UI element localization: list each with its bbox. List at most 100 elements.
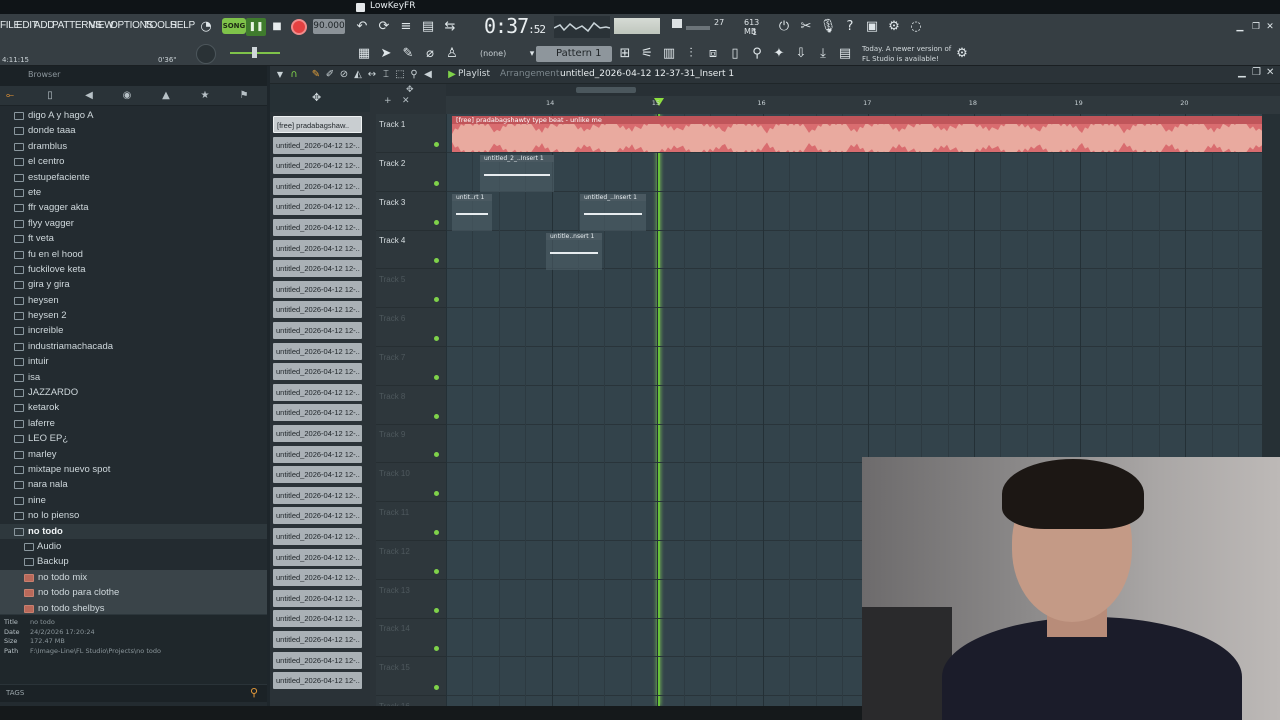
- track-header[interactable]: Track 4: [376, 230, 446, 270]
- select-tool-icon[interactable]: ⬚: [394, 68, 406, 81]
- plug-icon[interactable]: ⚲: [747, 44, 767, 64]
- song-time-display[interactable]: 0:37:52: [484, 14, 550, 40]
- pattern-item[interactable]: [free] pradabagshaw..: [273, 116, 362, 133]
- pattern-item[interactable]: untitled_2026-04-12 12-..: [273, 239, 362, 257]
- browser-folder-item[interactable]: ffr vagger akta: [0, 200, 267, 215]
- browser-file-icon[interactable]: ▯: [40, 89, 60, 103]
- browser-folder-item[interactable]: nara nala: [0, 477, 267, 492]
- pattern-selector[interactable]: Pattern 1: [536, 46, 612, 62]
- add-track-icon[interactable]: +: [384, 96, 392, 106]
- pattern-item[interactable]: untitled_2026-04-12 12-..: [273, 198, 362, 216]
- track-header[interactable]: Track 2: [376, 153, 446, 192]
- track-mute-led[interactable]: [434, 607, 439, 613]
- mute-tool-icon[interactable]: ◭: [352, 68, 364, 81]
- channel-rack-icon[interactable]: ⊞: [615, 44, 635, 64]
- info-icon[interactable]: ⚙: [952, 44, 972, 64]
- browser-folder-item[interactable]: fu en el hood: [0, 247, 267, 262]
- piano-roll-icon[interactable]: ▦: [354, 44, 374, 64]
- browser-folder-item[interactable]: JAZZARDO: [0, 385, 267, 400]
- pattern-item[interactable]: untitled_2026-04-12 12-..: [273, 363, 362, 381]
- pattern-item[interactable]: untitled_2026-04-12 12-..: [273, 280, 362, 298]
- browser-folder-item[interactable]: no lo pienso: [0, 508, 267, 523]
- track-header[interactable]: Track 5: [376, 269, 446, 309]
- track-header[interactable]: Track 1: [376, 114, 446, 153]
- browser-star-icon[interactable]: ★: [195, 89, 215, 103]
- track-lane[interactable]: [446, 347, 1262, 386]
- playlist-play-icon[interactable]: ▶: [446, 68, 458, 81]
- stamp-icon[interactable]: ♙: [442, 44, 462, 64]
- track-header[interactable]: Track 15: [376, 657, 446, 697]
- pattern-item[interactable]: untitled_2026-04-12 12-..: [273, 548, 362, 566]
- browser-plugin-icon[interactable]: ◉: [117, 89, 137, 103]
- browser-folder-item[interactable]: nine: [0, 493, 267, 508]
- close-track-icon[interactable]: ✕: [402, 96, 410, 106]
- browser-folder-item[interactable]: Audio: [0, 539, 267, 554]
- track-header[interactable]: Track 7: [376, 347, 446, 386]
- mic-icon[interactable]: 🎙: [818, 17, 838, 37]
- automation-clip[interactable]: untitled_2_..Insert 1: [480, 155, 554, 192]
- browser-folder-item[interactable]: increible: [0, 323, 267, 338]
- track-lane[interactable]: [446, 269, 1262, 309]
- plugin-icon[interactable]: ⚙: [884, 17, 904, 37]
- automation-clip[interactable]: untitled_..Insert 1: [580, 194, 646, 231]
- track-lane[interactable]: [446, 192, 1262, 231]
- slice-tool-icon[interactable]: ⌶: [380, 68, 392, 81]
- browser-folder-item[interactable]: ete: [0, 185, 267, 200]
- pattern-item[interactable]: untitled_2026-04-12 12-..: [273, 631, 362, 648]
- pattern-item[interactable]: untitled_2026-04-12 12-..: [273, 672, 362, 690]
- metronome-icon[interactable]: ◔: [196, 17, 216, 37]
- track-mute-led[interactable]: [434, 258, 439, 264]
- track-mute-led[interactable]: [434, 180, 439, 186]
- pattern-item[interactable]: untitled_2026-04-12 12-..: [273, 383, 362, 401]
- pattern-item[interactable]: untitled_2026-04-12 12-..: [273, 301, 362, 319]
- link-icon[interactable]: ⌀: [420, 44, 440, 64]
- track-header[interactable]: Track 12: [376, 541, 446, 580]
- pattern-item[interactable]: untitled_2026-04-12 12-..: [273, 569, 362, 587]
- track-mute-led[interactable]: [434, 219, 439, 225]
- pattern-item[interactable]: untitled_2026-04-12 12-..: [273, 589, 362, 607]
- playlist-project-name[interactable]: untitled_2026-04-12 12-37-31_Insert 1: [560, 69, 734, 79]
- browser-folder-item[interactable]: intuir: [0, 354, 267, 369]
- cut-icon[interactable]: ✂: [796, 17, 816, 37]
- routing-icon[interactable]: ⧈: [703, 44, 723, 64]
- playlist-minimize-icon[interactable]: ▁: [1238, 67, 1246, 78]
- browser-folder-item[interactable]: no todo: [0, 523, 267, 539]
- typing-keyboard-icon[interactable]: ▤: [418, 17, 438, 37]
- browser-file-item[interactable]: no todo para clothe: [0, 585, 267, 601]
- track-header[interactable]: Track 3: [376, 192, 446, 231]
- export-icon[interactable]: ⇩: [791, 44, 811, 64]
- browser-folder-item[interactable]: gira y gira: [0, 277, 267, 292]
- stop-button[interactable]: ■: [268, 18, 286, 36]
- pattern-item[interactable]: untitled_2026-04-12 12-..: [273, 404, 362, 422]
- menu-help[interactable]: HELP: [170, 20, 195, 31]
- track-mute-led[interactable]: [434, 568, 439, 574]
- pattern-item[interactable]: untitled_2026-04-12 12-..: [273, 260, 362, 278]
- track-mute-led[interactable]: [434, 297, 439, 303]
- track-header[interactable]: Track 14: [376, 618, 446, 658]
- browser-folder-item[interactable]: laferre: [0, 416, 267, 431]
- news-icon[interactable]: ▤: [835, 44, 855, 64]
- track-lane[interactable]: [446, 386, 1262, 425]
- slider-handle[interactable]: [252, 47, 257, 58]
- pattern-item[interactable]: untitled_2026-04-12 12-..: [273, 486, 362, 504]
- countdown-icon[interactable]: ⇆: [440, 17, 460, 37]
- pattern-item[interactable]: untitled_2026-04-12 12-..: [273, 219, 362, 236]
- record-button[interactable]: [291, 19, 307, 35]
- help-icon[interactable]: ?: [840, 17, 860, 37]
- track-mute-led[interactable]: [434, 374, 439, 380]
- track-mute-led[interactable]: [434, 646, 439, 652]
- track-header[interactable]: Track 11: [376, 502, 446, 541]
- browser-back-icon[interactable]: ◀: [79, 89, 99, 103]
- track-mute-led[interactable]: [434, 336, 439, 341]
- chat-icon[interactable]: ◌: [906, 17, 926, 37]
- automation-clip[interactable]: untitle..nsert 1: [546, 233, 602, 270]
- track-mute-led[interactable]: [434, 452, 439, 458]
- browser-folder-item[interactable]: el centro: [0, 154, 267, 169]
- browser-folder-item[interactable]: ft veta: [0, 231, 267, 246]
- pattern-item[interactable]: untitled_2026-04-12 12-..: [273, 610, 362, 628]
- delete-tool-icon[interactable]: ⊘: [338, 68, 350, 81]
- browser-all-icon[interactable]: ⟜: [0, 89, 20, 103]
- track-header[interactable]: Track 6: [376, 308, 446, 347]
- track-lane[interactable]: [446, 308, 1262, 347]
- track-header[interactable]: Track 8: [376, 386, 446, 425]
